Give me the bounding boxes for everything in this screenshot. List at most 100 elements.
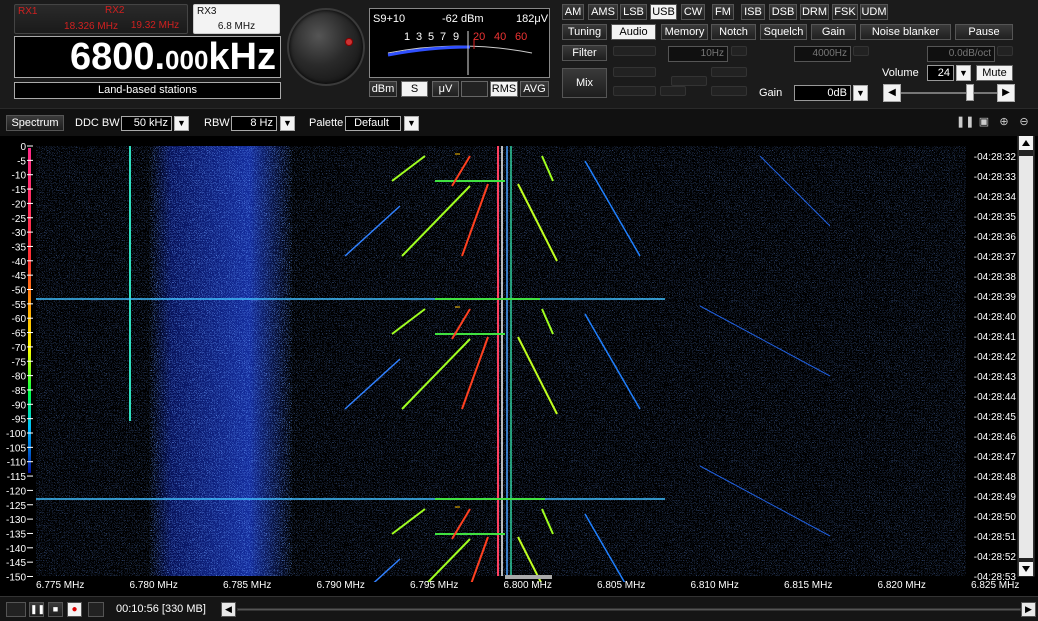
volume-dropdown-icon[interactable]: ▼ <box>956 65 971 81</box>
frequency-axis: 6.775 MHz 6.780 MHz 6.785 MHz 6.790 MHz 6.79… <box>0 580 1038 594</box>
db-tick-label: -115 <box>7 472 27 483</box>
time-tick-label: -04:28:36 <box>974 232 1017 243</box>
scale-label: 3 <box>416 31 423 43</box>
rx2-tab[interactable]: RX2 19.32 MHz <box>102 4 188 34</box>
low-cut-field: 10Hz <box>668 46 728 62</box>
rbw-dropdown-icon[interactable]: ▼ <box>280 116 295 131</box>
seek-right-icon[interactable]: ▶ <box>1021 602 1036 617</box>
time-tick-label: -04:28:39 <box>974 292 1017 303</box>
tab-tuning[interactable]: Tuning <box>562 24 607 40</box>
mode-lsb-button[interactable]: LSB <box>620 4 647 20</box>
dbm-unit-button[interactable]: dBm <box>369 81 397 97</box>
ddc-bw-dropdown-icon[interactable]: ▼ <box>174 116 189 131</box>
db-tick-label: -5 <box>17 156 26 167</box>
mode-drm-button[interactable]: DRM <box>800 4 829 20</box>
tab-memory[interactable]: Memory <box>661 24 708 40</box>
ddc-bw-field[interactable]: 50 kHz <box>121 116 172 131</box>
gain-field[interactable]: 0dB <box>794 85 851 101</box>
db-tick-label: -20 <box>12 199 27 210</box>
uv-unit-button[interactable]: μV <box>432 81 459 97</box>
zoom-in-icon[interactable]: ⊕ <box>996 115 1012 131</box>
waterfall-display[interactable]: 0 -5 -10 -15 -20 -25 -30 -35 -40 -45 -50 -55 -60 -65 -… <box>0 136 1038 591</box>
db-tick-label: -125 <box>6 501 26 512</box>
volume-slider[interactable] <box>901 92 997 94</box>
mode-ams-button[interactable]: AMS <box>588 4 618 20</box>
db-tick-label: -15 <box>12 185 27 196</box>
s-unit-button[interactable]: S <box>401 81 428 97</box>
db-tick-label: -50 <box>12 286 27 297</box>
volume-field[interactable]: 24 <box>927 65 954 81</box>
seek-left-icon[interactable]: ◀ <box>221 602 236 617</box>
mode-isb-button[interactable]: ISB <box>741 4 765 20</box>
playback-stop-icon[interactable]: ■ <box>48 602 63 617</box>
low-cut-button <box>731 46 747 56</box>
scale-label: 20 <box>473 31 486 43</box>
filter-button[interactable]: Filter <box>562 45 607 61</box>
scrollbar-thumb[interactable] <box>1019 156 1033 558</box>
mix-option-button <box>711 86 747 96</box>
tab-pause[interactable]: Pause <box>955 24 1013 40</box>
avg-button[interactable]: AVG <box>520 81 549 97</box>
zoom-out-icon[interactable]: ⊖ <box>1016 115 1032 131</box>
db-tick-label: -40 <box>12 257 27 268</box>
time-tick-label: -04:28:42 <box>974 352 1017 363</box>
scale-label: 40 <box>494 31 507 43</box>
frequency-unit: kHz <box>208 36 276 78</box>
playback-option-button[interactable] <box>88 602 104 617</box>
playback-seek-bar[interactable] <box>237 608 1021 611</box>
passband-marker[interactable] <box>505 575 552 579</box>
freq-tick-label: 6.820 MHz <box>877 580 926 591</box>
time-tick-label: -04:28:32 <box>974 152 1017 163</box>
playback-pause-icon[interactable]: ❚❚ <box>29 602 45 617</box>
freq-tick-label: 6.805 MHz <box>597 580 646 591</box>
mute-button[interactable]: Mute <box>976 65 1013 81</box>
tab-gain[interactable]: Gain <box>811 24 856 40</box>
recorder-menu-button[interactable] <box>6 602 26 617</box>
time-tick-label: -04:28:34 <box>974 192 1017 203</box>
high-cut-field: 4000Hz <box>794 46 851 62</box>
gain-dropdown-icon[interactable]: ▼ <box>853 85 868 101</box>
db-tick-label: -65 <box>12 329 27 340</box>
record-icon[interactable]: ● <box>67 602 82 617</box>
palette-dropdown-icon[interactable]: ▼ <box>404 116 419 131</box>
mix-button[interactable]: Mix <box>562 68 607 98</box>
tab-notch[interactable]: Notch <box>711 24 756 40</box>
tab-squelch[interactable]: Squelch <box>760 24 807 40</box>
volume-increase-icon[interactable]: ▶ <box>997 84 1015 102</box>
db-tick-label: -120 <box>6 486 26 497</box>
freq-tick-label: 6.815 MHz <box>784 580 833 591</box>
db-tick-label: -25 <box>12 214 27 225</box>
rx3-tab[interactable]: RX3 6.8 MHz <box>193 4 280 34</box>
uv-reading: 182μV <box>516 13 549 25</box>
volume-decrease-icon[interactable]: ◀ <box>883 84 901 102</box>
scale-label: 60 <box>515 31 528 43</box>
filter-preset-button <box>613 46 656 56</box>
blank-unit-button[interactable] <box>461 81 488 97</box>
mode-cw-button[interactable]: CW <box>681 4 705 20</box>
rms-button[interactable]: RMS <box>490 81 518 97</box>
save-icon[interactable]: ▣ <box>976 115 992 131</box>
palette-field[interactable]: Default <box>345 116 401 131</box>
knob-indicator-dot <box>345 38 353 46</box>
mode-am-button[interactable]: AM <box>562 4 584 20</box>
mode-fm-button[interactable]: FM <box>712 4 734 20</box>
rbw-field[interactable]: 8 Hz <box>231 116 277 131</box>
recording-size: [330 MB] <box>161 603 206 615</box>
mode-usb-button[interactable]: USB <box>650 4 677 20</box>
waterfall-canvas[interactable]: 0 -5 -10 -15 -20 -25 -30 -35 -40 -45 -50 -55 -60 -65 -… <box>0 136 1038 582</box>
volume-slider-thumb[interactable] <box>966 84 974 101</box>
db-tick-label: -35 <box>12 242 27 253</box>
db-tick-label: -130 <box>6 515 26 526</box>
slope-button <box>997 46 1013 56</box>
frequency-display[interactable]: 6800.000kHz <box>14 36 281 78</box>
tuning-knob[interactable] <box>287 8 365 86</box>
spectrum-button[interactable]: Spectrum <box>6 115 64 131</box>
mode-udm-button[interactable]: UDM <box>860 4 888 20</box>
tab-audio[interactable]: Audio <box>611 24 656 40</box>
pause-icon[interactable]: ❚❚ <box>956 115 974 131</box>
dbm-reading: -62 dBm <box>442 13 484 25</box>
tab-noise-blanker[interactable]: Noise blanker <box>860 24 951 40</box>
mode-fsk-button[interactable]: FSK <box>832 4 858 20</box>
color-scale-bar <box>28 148 31 473</box>
mode-dsb-button[interactable]: DSB <box>769 4 797 20</box>
